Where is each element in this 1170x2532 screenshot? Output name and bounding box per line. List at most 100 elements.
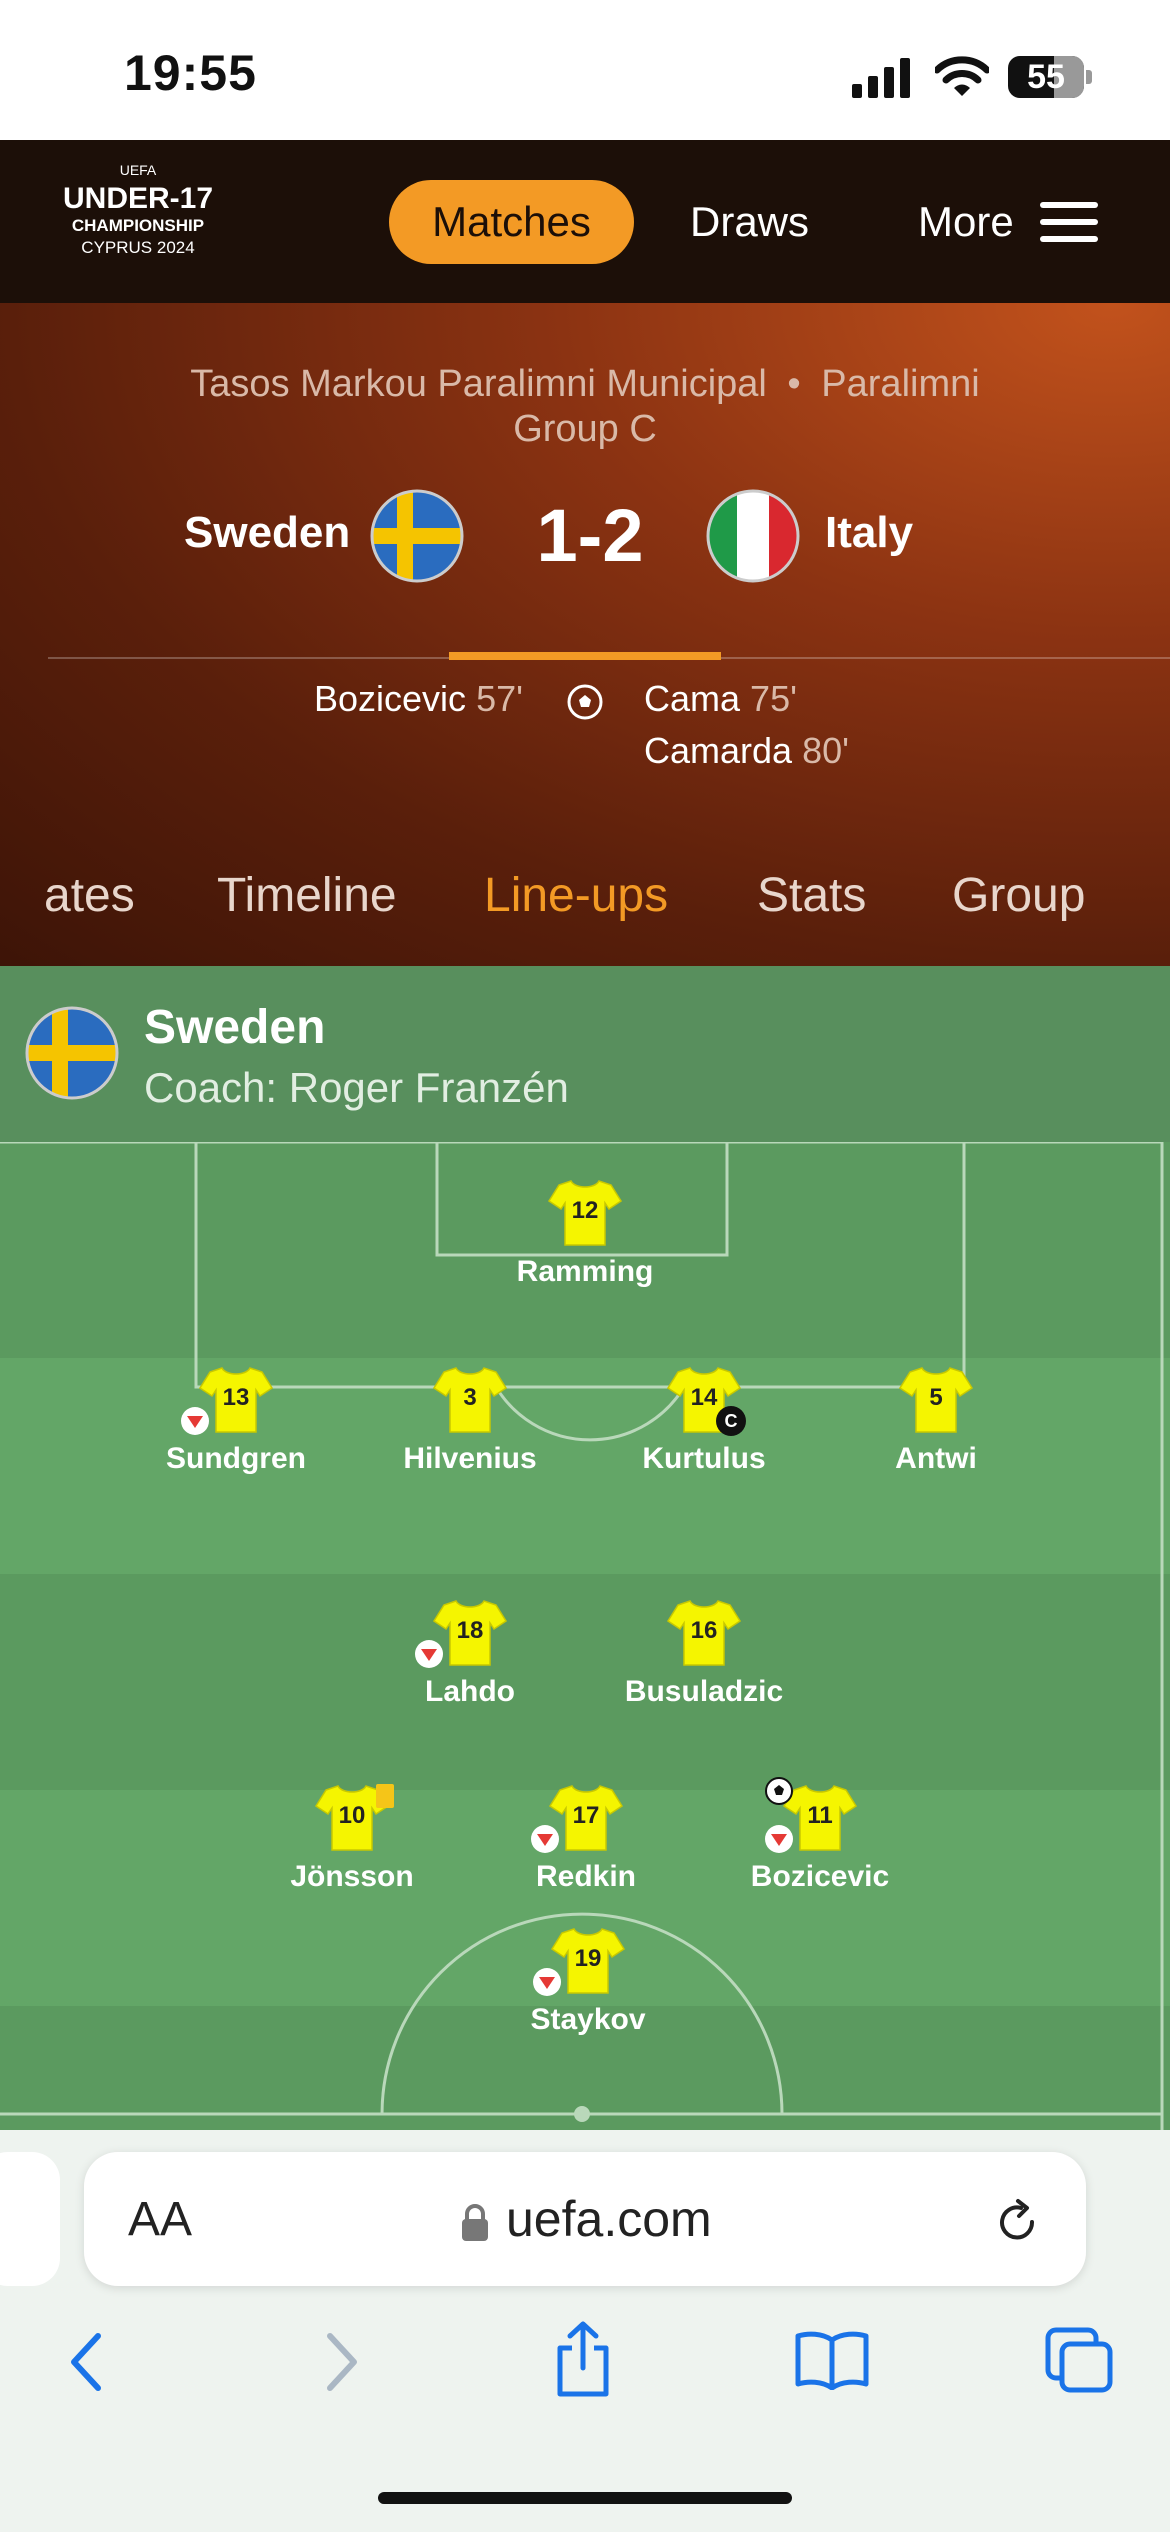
player-name: Sundgren <box>166 1442 306 1475</box>
yellow-card-icon <box>376 1784 394 1808</box>
tab-group[interactable]: Group <box>952 868 1085 923</box>
goal-ball-icon <box>567 684 603 720</box>
captain-badge-icon: C <box>716 1406 746 1436</box>
previous-tab-preview[interactable] <box>0 2152 60 2286</box>
player-name: Bozicevic <box>750 1860 890 1893</box>
player-marker[interactable]: 16 Busuladzic <box>604 1597 804 1709</box>
wifi-icon <box>935 56 989 96</box>
away-team-name[interactable]: Italy <box>825 508 913 558</box>
logo-championship: CHAMPIONSHIP <box>71 216 205 235</box>
shirt-icon: 5 <box>898 1364 974 1436</box>
match-group: Group C <box>513 408 657 450</box>
shirt-icon: 13 <box>181 1364 274 1436</box>
shirt-icon: 18 <box>415 1597 508 1669</box>
text-size-button[interactable]: AA <box>128 2192 192 2247</box>
home-team-name[interactable]: Sweden <box>184 508 350 558</box>
shirt-icon: 10 <box>314 1782 394 1854</box>
substitution-icon <box>181 1407 209 1435</box>
goal-ball-icon <box>765 1777 793 1805</box>
player-marker[interactable]: 12 Ramming <box>485 1177 685 1289</box>
nav-more-button[interactable]: More <box>918 198 1014 246</box>
forward-arrow-icon[interactable] <box>316 2330 366 2394</box>
share-icon[interactable] <box>550 2320 616 2398</box>
status-bar: 19:55 55 <box>0 0 1170 140</box>
scorer-minute: 57' <box>476 678 523 719</box>
logo-under17: UNDER-17 <box>62 182 214 215</box>
home-indicator <box>378 2492 792 2504</box>
player-marker[interactable]: 19 Staykov <box>488 1925 688 2037</box>
substitution-icon <box>765 1825 793 1853</box>
player-name: Jönsson <box>290 1860 414 1893</box>
tab-lineups[interactable]: Line-ups <box>484 868 668 923</box>
player-name: Hilvenius <box>403 1442 537 1475</box>
shirt-number: 5 <box>929 1384 943 1411</box>
bookmarks-icon[interactable] <box>794 2330 870 2390</box>
italy-flag-icon[interactable] <box>705 488 801 584</box>
substitution-icon <box>531 1825 559 1853</box>
home-scorer: Bozicevic 57' <box>314 678 523 720</box>
venue-city: Paralimni <box>821 363 980 405</box>
app-header: UEFA UNDER-17 CHAMPIONSHIP CYPRUS 2024 M… <box>0 140 1170 303</box>
pitch: 12 Ramming 13 Sundgren 3 Hilvenius 14 C <box>0 1142 1170 2130</box>
player-marker[interactable]: 3 Hilvenius <box>370 1364 570 1476</box>
player-marker[interactable]: 18 Lahdo <box>370 1597 570 1709</box>
venue-separator: • <box>787 363 801 405</box>
sweden-flag-icon <box>25 1006 119 1100</box>
match-hero: Tasos Markou Paralimni Municipal • Paral… <box>0 303 1170 966</box>
battery-icon: 55 <box>1008 56 1084 98</box>
scorer-name: Cama <box>644 678 741 719</box>
shirt-icon: 12 <box>547 1177 623 1249</box>
shirt-number: 12 <box>571 1197 599 1224</box>
substitution-icon <box>415 1640 443 1668</box>
player-marker[interactable]: 10 Jönsson <box>252 1782 452 1894</box>
captain-label: C <box>724 1411 738 1431</box>
lock-icon <box>462 2204 488 2241</box>
player-name: Staykov <box>530 2003 646 2036</box>
cellular-signal-icon <box>852 58 910 98</box>
tab-stats[interactable]: Stats <box>757 868 866 923</box>
shirt-icon: 11 <box>765 1777 858 1854</box>
player-name: Busuladzic <box>624 1675 784 1708</box>
player-name: Kurtulus <box>642 1442 766 1475</box>
active-tab-indicator <box>449 652 721 660</box>
away-scorer: Cama 75' <box>644 678 797 720</box>
nav-matches-button[interactable]: Matches <box>389 180 634 264</box>
away-scorer: Camarda 80' <box>644 730 849 772</box>
battery-level: 55 <box>1027 58 1065 96</box>
scorer-name: Bozicevic <box>314 678 467 719</box>
text-size-label: AA <box>128 2193 193 2246</box>
battery-cap <box>1086 70 1092 84</box>
url-text[interactable]: uefa.com <box>506 2190 712 2248</box>
player-name: Antwi <box>895 1442 977 1475</box>
tournament-logo[interactable]: UEFA UNDER-17 CHAMPIONSHIP CYPRUS 2024 <box>38 162 238 282</box>
venue-name: Tasos Markou Paralimni Municipal <box>190 363 767 405</box>
shirt-number: 16 <box>690 1617 718 1644</box>
shirt-number: 3 <box>463 1384 477 1411</box>
player-marker[interactable]: 14 C Kurtulus <box>604 1364 804 1476</box>
tab-updates[interactable]: ates <box>44 868 135 923</box>
hamburger-menu-icon[interactable] <box>1040 202 1098 242</box>
player-marker[interactable]: 5 Antwi <box>836 1364 1036 1476</box>
scorer-minute: 75' <box>750 678 797 719</box>
shirt-icon: 14 C <box>666 1364 746 1436</box>
scorer-minute: 80' <box>802 730 849 771</box>
shirt-icon: 19 <box>533 1925 626 1997</box>
tabs-icon[interactable] <box>1044 2326 1114 2394</box>
player-name: Ramming <box>516 1255 654 1288</box>
tab-timeline[interactable]: Timeline <box>217 868 397 923</box>
player-name: Lahdo <box>425 1675 515 1708</box>
coach-name: Coach: Roger Franzén <box>144 1064 569 1111</box>
player-marker[interactable]: 13 Sundgren <box>136 1364 336 1476</box>
sweden-flag-icon[interactable] <box>369 488 465 584</box>
reload-icon[interactable] <box>992 2196 1044 2248</box>
shirt-icon: 3 <box>432 1364 508 1436</box>
scorer-name: Camarda <box>644 730 793 771</box>
substitution-icon <box>533 1968 561 1996</box>
player-marker[interactable]: 11 Bozicevic <box>720 1777 920 1894</box>
nav-draws-link[interactable]: Draws <box>690 198 809 246</box>
lineup-team-name: Sweden <box>144 1001 326 1054</box>
status-time: 19:55 <box>124 45 257 101</box>
player-marker[interactable]: 17 Redkin <box>486 1782 686 1894</box>
back-arrow-icon[interactable] <box>62 2330 112 2394</box>
logo-uefa: UEFA <box>119 162 157 178</box>
